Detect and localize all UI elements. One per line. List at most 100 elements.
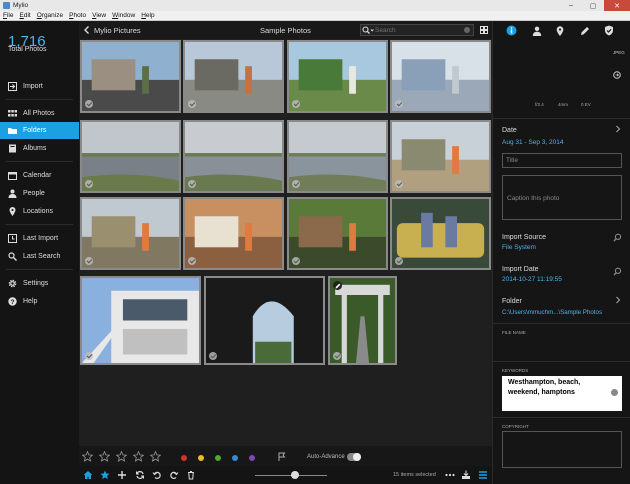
edit-pencil-icon[interactable] xyxy=(579,25,590,36)
settings-circle-icon[interactable] xyxy=(613,71,621,79)
date-value[interactable]: Aug 31 - Sep 3, 2014 xyxy=(502,139,563,146)
sidebar-item-help[interactable]: ? Help xyxy=(0,293,79,310)
search-box[interactable] xyxy=(360,24,474,36)
person-icon[interactable] xyxy=(531,25,542,36)
menu-help[interactable]: Help xyxy=(138,12,157,19)
rotate-left-icon[interactable] xyxy=(152,470,162,480)
grid-view-icon[interactable] xyxy=(480,26,488,34)
photo-thumbnail[interactable] xyxy=(287,120,388,193)
photo-thumbnail[interactable] xyxy=(183,120,284,193)
menu-organize[interactable]: Organize xyxy=(34,12,66,19)
menu-file[interactable]: File xyxy=(0,12,17,19)
auto-advance-toggle[interactable] xyxy=(347,453,361,461)
selected-check-icon[interactable] xyxy=(333,352,341,360)
selected-check-icon[interactable] xyxy=(395,180,403,188)
photo-thumbnail[interactable] xyxy=(390,120,491,193)
import-date-value[interactable]: 2014-10-27 11:19:55 xyxy=(502,276,562,283)
color-label-dot[interactable] xyxy=(215,455,221,461)
selected-check-icon[interactable] xyxy=(85,100,93,108)
edit-pencil-icon[interactable] xyxy=(333,281,342,290)
rating-star-icon[interactable] xyxy=(149,450,162,462)
close-button[interactable]: ✕ xyxy=(604,0,630,11)
selected-check-icon[interactable] xyxy=(188,180,196,188)
magnifier-icon[interactable] xyxy=(613,233,622,242)
selected-check-icon[interactable] xyxy=(85,352,93,360)
rotate-right-icon[interactable] xyxy=(169,470,179,480)
location-pin-icon[interactable] xyxy=(554,25,565,36)
rating-star-icon[interactable] xyxy=(98,450,111,462)
zoom-slider-handle[interactable] xyxy=(290,471,299,479)
selected-check-icon[interactable] xyxy=(292,100,300,108)
photo-thumbnail[interactable] xyxy=(287,197,388,270)
sidebar-item-people[interactable]: People xyxy=(0,185,79,202)
flag-icon[interactable] xyxy=(278,452,286,461)
selected-check-icon[interactable] xyxy=(209,352,217,360)
menu-icon[interactable] xyxy=(478,470,488,480)
selected-check-icon[interactable] xyxy=(188,100,196,108)
keywords-field[interactable]: Westhampton, beach, weekend, hamptons xyxy=(502,376,622,411)
photo-thumbnail[interactable] xyxy=(390,197,491,270)
search-input[interactable] xyxy=(375,26,455,34)
sidebar-item-albums[interactable]: Albums xyxy=(0,140,79,157)
folder-path[interactable]: C:\Users\mmuchm...\Sample Photos xyxy=(502,309,602,316)
clear-search-icon[interactable] xyxy=(464,27,470,33)
title-field[interactable]: Title xyxy=(502,153,622,168)
photo-thumbnail[interactable] xyxy=(80,197,181,270)
color-label-dot[interactable] xyxy=(232,455,238,461)
photo-thumbnail[interactable] xyxy=(183,197,284,270)
caption-field[interactable]: Caption this photo xyxy=(502,175,622,220)
sidebar-item-all-photos[interactable]: All Photos xyxy=(0,105,79,122)
chevron-right-icon[interactable] xyxy=(615,296,621,304)
sidebar-item-locations[interactable]: Locations xyxy=(0,203,79,220)
menu-edit[interactable]: Edit xyxy=(17,12,34,19)
home-icon[interactable] xyxy=(83,470,93,480)
menu-window[interactable]: Window xyxy=(109,12,138,19)
photo-thumbnail[interactable] xyxy=(390,40,491,113)
back-arrow-icon[interactable] xyxy=(82,25,92,35)
rating-star-icon[interactable] xyxy=(81,450,94,462)
sidebar-item-calendar[interactable]: Calendar xyxy=(0,167,79,184)
photo-thumbnail[interactable] xyxy=(183,40,284,113)
selected-check-icon[interactable] xyxy=(395,100,403,108)
clear-keywords-icon[interactable] xyxy=(611,389,618,396)
magnifier-icon[interactable] xyxy=(613,267,622,276)
search-icon[interactable] xyxy=(361,25,375,35)
selected-check-icon[interactable] xyxy=(188,257,196,265)
sidebar-item-folders[interactable]: Folders xyxy=(0,122,79,139)
sync-icon[interactable] xyxy=(135,470,145,480)
more-icon[interactable] xyxy=(445,470,455,480)
photo-thumbnail[interactable] xyxy=(80,276,201,365)
photo-thumbnail[interactable] xyxy=(328,276,397,365)
sidebar-item-import[interactable]: Import xyxy=(0,78,79,95)
rating-star-icon[interactable] xyxy=(132,450,145,462)
photo-thumbnail[interactable] xyxy=(80,120,181,193)
color-label-dot[interactable] xyxy=(181,455,187,461)
rating-star-icon[interactable] xyxy=(115,450,128,462)
sidebar-item-last-import[interactable]: Last Import xyxy=(0,230,79,247)
sidebar-item-settings[interactable]: Settings xyxy=(0,275,79,292)
menu-photo[interactable]: Photo xyxy=(66,12,89,19)
color-label-dot[interactable] xyxy=(249,455,255,461)
shield-icon[interactable] xyxy=(603,25,614,36)
selected-check-icon[interactable] xyxy=(395,257,403,265)
import-source-value[interactable]: File System xyxy=(502,244,536,251)
sidebar-item-last-search[interactable]: Last Search xyxy=(0,248,79,265)
selected-check-icon[interactable] xyxy=(292,257,300,265)
trash-icon[interactable] xyxy=(186,470,196,480)
menu-view[interactable]: View xyxy=(89,12,109,19)
info-icon[interactable] xyxy=(506,25,517,36)
selected-check-icon[interactable] xyxy=(85,180,93,188)
photo-thumbnail[interactable] xyxy=(287,40,388,113)
selected-check-icon[interactable] xyxy=(292,180,300,188)
breadcrumb[interactable]: Mylio Pictures xyxy=(94,26,141,35)
maximize-button[interactable]: ▢ xyxy=(582,0,604,11)
add-icon[interactable] xyxy=(117,470,127,480)
minimize-button[interactable]: – xyxy=(560,0,582,11)
share-icon[interactable] xyxy=(461,470,471,480)
photo-thumbnail[interactable] xyxy=(80,40,181,113)
star-filter-icon[interactable] xyxy=(100,470,110,480)
copyright-field[interactable] xyxy=(502,431,622,468)
color-label-dot[interactable] xyxy=(198,455,204,461)
selected-check-icon[interactable] xyxy=(85,257,93,265)
chevron-right-icon[interactable] xyxy=(615,125,621,133)
